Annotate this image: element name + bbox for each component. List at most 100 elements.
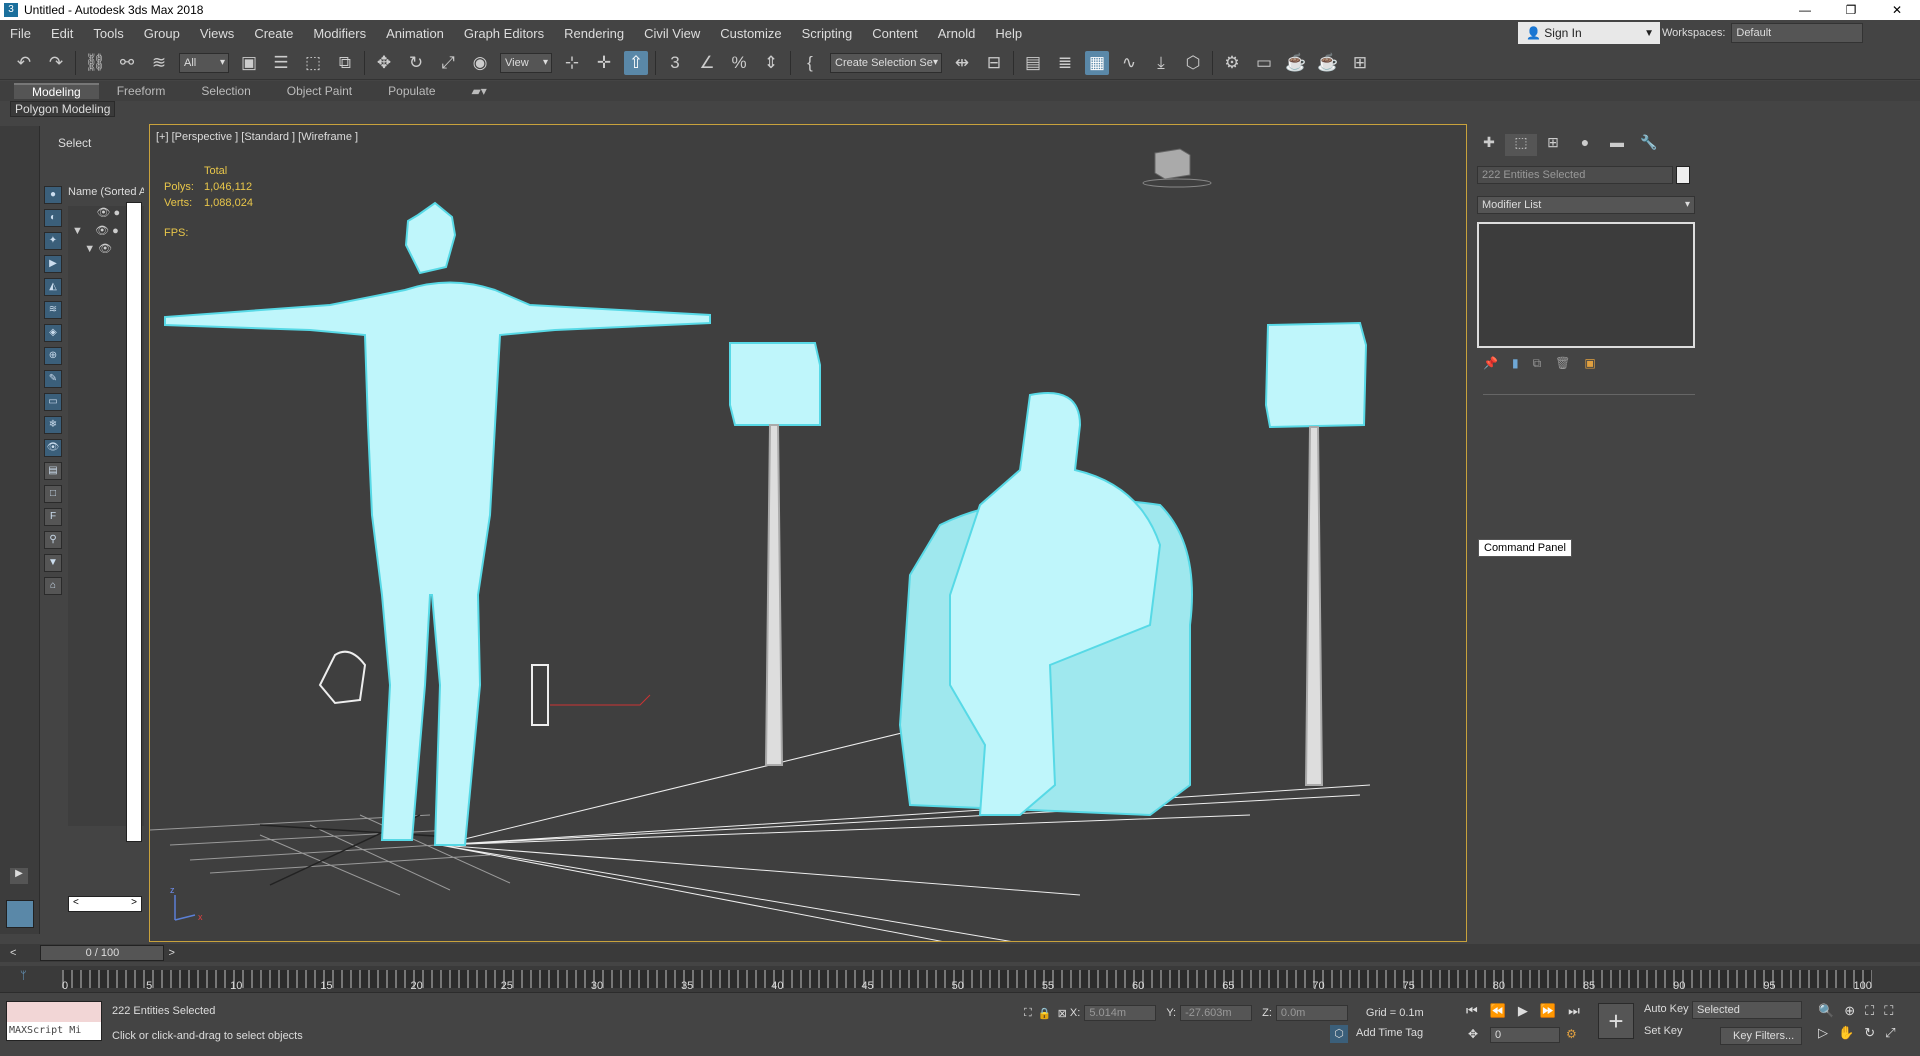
placement-icon[interactable]: ◉ — [468, 51, 492, 75]
polygon-modeling-panel[interactable]: Polygon Modeling — [10, 101, 116, 117]
keyboard-shortcut-override-icon[interactable]: ⇧ — [624, 50, 648, 75]
lock-icon[interactable]: 🔒 — [1038, 1007, 1058, 1020]
curve-editor-mini-icon[interactable]: ᛘ — [20, 970, 27, 982]
make-unique-icon[interactable]: ⧉ — [1533, 356, 1542, 371]
menu-tools[interactable]: Tools — [83, 26, 133, 41]
zoom-all-icon[interactable]: ⊕ — [1844, 1003, 1855, 1019]
auto-key-button[interactable]: Auto Key — [1644, 1003, 1689, 1015]
hidden-filter-icon[interactable]: 👁 — [44, 439, 62, 457]
groups-filter-icon[interactable]: ◈ — [44, 324, 62, 342]
select-tab[interactable]: Select — [58, 136, 91, 150]
restore-button[interactable]: ❐ — [1828, 0, 1874, 20]
close-button[interactable]: ✕ — [1874, 0, 1920, 20]
move-icon[interactable]: ✥ — [372, 51, 396, 75]
window-crossing-icon[interactable]: ⧉ — [333, 51, 357, 75]
select-by-name-icon[interactable]: ☰ — [269, 51, 293, 75]
render-in-cloud-icon[interactable]: ⊞ — [1348, 51, 1372, 75]
menu-help[interactable]: Help — [985, 26, 1032, 41]
y-field[interactable]: -27.603m — [1180, 1005, 1253, 1021]
app-icon[interactable]: 3 — [4, 3, 18, 17]
find-icon[interactable]: ⚲ — [44, 531, 62, 549]
scene-explorer-icon[interactable]: ▤ — [1021, 51, 1045, 75]
redo-icon[interactable]: ↷ — [44, 51, 68, 75]
next-frame-icon[interactable]: ⏩ — [1540, 1003, 1556, 1019]
curve-editor-icon[interactable]: ∿ — [1117, 51, 1141, 75]
rotate-icon[interactable]: ↻ — [404, 51, 428, 75]
expand-arrow-icon[interactable]: ▶ — [10, 868, 28, 884]
spacewarps-filter-icon[interactable]: ≋ — [44, 301, 62, 319]
viewport-scene[interactable]: z x — [150, 125, 1467, 942]
hierarchy-tab-icon[interactable]: ⊞ — [1537, 134, 1569, 156]
time-slider[interactable]: 0 / 100 — [40, 945, 165, 961]
edit-named-selection-icon[interactable]: { — [798, 51, 822, 75]
frozen-filter-icon[interactable]: ❄ — [44, 416, 62, 434]
zoom-extents-icon[interactable]: ⛶ — [1865, 1003, 1874, 1019]
maximize-viewport-icon[interactable]: ⤢ — [1885, 1025, 1895, 1041]
viewcube[interactable] — [1142, 148, 1212, 188]
sign-in-dropdown[interactable]: 👤 Sign In ▼ — [1518, 22, 1660, 44]
menu-animation[interactable]: Animation — [376, 26, 454, 41]
render-setup-icon[interactable]: ⚙ — [1220, 51, 1244, 75]
menu-modifiers[interactable]: Modifiers — [303, 26, 376, 41]
cameras-filter-icon[interactable]: ▶ — [44, 255, 62, 273]
rectangle-selection-icon[interactable]: ⬚ — [301, 51, 325, 75]
z-field[interactable]: 0.0m — [1275, 1005, 1348, 1021]
link-icon[interactable]: ⛓ — [83, 51, 107, 75]
filter-icon[interactable]: ▼ — [44, 554, 62, 572]
pin-stack-icon[interactable]: 📌 — [1483, 356, 1498, 371]
rendered-frame-window-icon[interactable]: ▭ — [1252, 51, 1276, 75]
selection-filter-dropdown[interactable]: All — [179, 52, 229, 73]
align-icon[interactable]: ⊟ — [982, 51, 1006, 75]
zoom-icon[interactable]: 🔍 — [1818, 1003, 1834, 1019]
key-mode-icon[interactable]: ✥ — [1468, 1027, 1478, 1041]
set-key-plus-button[interactable]: + — [1598, 1003, 1634, 1039]
menu-content[interactable]: Content — [862, 26, 928, 41]
material-editor-icon[interactable]: ⬡ — [1181, 51, 1205, 75]
percent-snap-icon[interactable]: % — [727, 51, 751, 75]
maxscript-listener[interactable]: MAXScript Mi — [6, 1001, 102, 1041]
maxscript-input[interactable]: MAXScript Mi — [7, 1022, 101, 1040]
x-field[interactable]: 5.014m — [1084, 1005, 1157, 1021]
absolute-mode-icon[interactable]: ⊠ — [1058, 1007, 1070, 1020]
zoom-extents-all-icon[interactable]: ⛶ — [1884, 1003, 1893, 1019]
bind-spacewarp-icon[interactable]: ≋ — [147, 51, 171, 75]
field-of-view-icon[interactable]: ▷ — [1818, 1025, 1828, 1041]
remove-modifier-icon[interactable]: 🗑 — [1555, 356, 1570, 371]
select-object-icon[interactable]: ▣ — [237, 51, 261, 75]
column-header[interactable]: Name (Sorted A — [68, 186, 144, 202]
tree-scrollbar[interactable] — [126, 202, 142, 842]
menu-civil-view[interactable]: Civil View — [634, 26, 710, 41]
selection-name-field[interactable]: 222 Entities Selected — [1477, 166, 1673, 184]
ribbon-toggle-icon[interactable]: ▦ — [1085, 50, 1109, 75]
angle-snap-icon[interactable]: ∠ — [695, 51, 719, 75]
orbit-icon[interactable]: ↻ — [1864, 1025, 1875, 1041]
layers-icon[interactable]: ⌂ — [44, 577, 62, 595]
key-set-dropdown[interactable]: Selected — [1692, 1001, 1802, 1019]
display-tab-icon[interactable]: ▬ — [1601, 134, 1633, 156]
menu-arnold[interactable]: Arnold — [928, 26, 986, 41]
create-tab-icon[interactable]: ✚ — [1473, 134, 1505, 156]
pivot-icon[interactable]: ⊹ — [560, 51, 584, 75]
spinner-snap-icon[interactable]: ⇕ — [759, 51, 783, 75]
lights-filter-icon[interactable]: ✦ — [44, 232, 62, 250]
menu-views[interactable]: Views — [190, 26, 244, 41]
ribbon-options-icon[interactable]: ▰▾ — [454, 84, 505, 98]
snaps-toggle-icon[interactable]: 3 — [663, 51, 687, 75]
menu-file[interactable]: File — [0, 26, 41, 41]
modifier-list-dropdown[interactable]: Modifier List — [1477, 196, 1695, 214]
show-end-result-icon[interactable]: ▮ — [1512, 356, 1519, 371]
tab-selection[interactable]: Selection — [183, 84, 268, 98]
menu-scripting[interactable]: Scripting — [792, 26, 863, 41]
workspace-dropdown[interactable]: Default — [1731, 23, 1864, 43]
time-configuration-icon[interactable]: ⚙ — [1566, 1027, 1577, 1041]
viewport-layout-icon[interactable] — [6, 900, 34, 928]
play-icon[interactable]: ▶ — [1518, 1003, 1528, 1019]
configure-modifier-sets-icon[interactable]: ▣ — [1584, 356, 1595, 371]
pan-icon[interactable]: ✋ — [1838, 1025, 1854, 1041]
menu-customize[interactable]: Customize — [710, 26, 791, 41]
containers-filter-icon[interactable]: ▭ — [44, 393, 62, 411]
mirror-icon[interactable]: ⇹ — [950, 51, 974, 75]
display-all-icon[interactable]: ▤ — [44, 462, 62, 480]
schematic-view-icon[interactable]: ⤓ — [1149, 51, 1173, 75]
geometry-filter-icon[interactable]: ● — [44, 186, 62, 204]
